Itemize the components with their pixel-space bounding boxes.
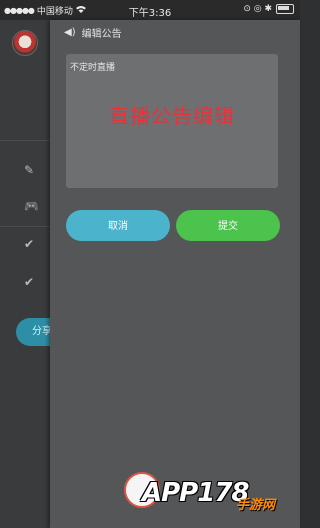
notice-text: 不定时直播 [70,63,116,73]
panel-header: ◀) 编辑公告 [50,20,300,44]
side-drawer: ✎ 🎮 ✔ ✔ 分享 [0,20,64,528]
edit-icon[interactable]: ✎ [24,160,52,180]
status-bar: ●●●●● 中国移动 下午3:36 ⊙ ◎ ✱ [0,0,300,20]
cancel-button[interactable]: 取消 [66,210,170,241]
notice-textarea[interactable]: 不定时直播 直播公告编辑 [66,54,278,188]
gamepad-icon[interactable]: 🎮 [24,196,52,216]
panel-title: 编辑公告 [81,28,122,40]
edit-notice-panel: ◀) 编辑公告 不定时直播 直播公告编辑 取消 提交 [50,20,300,528]
avatar[interactable] [12,30,38,56]
drawer-divider [0,140,52,141]
check-circle-icon[interactable]: ✔ [24,272,52,292]
speaker-icon: ◀) [64,26,76,38]
overlay-caption: 直播公告编辑 [109,104,235,128]
status-indicators: ⊙ ◎ ✱ [243,4,272,14]
app178-watermark: APP178 手游网 [124,470,300,528]
drawer-divider [0,226,52,227]
submit-button[interactable]: 提交 [176,210,280,241]
watermark-suffix: 手游网 [236,498,276,513]
battery-icon [276,4,294,14]
watermark-brand: APP178 [142,478,250,508]
check-circle-icon[interactable]: ✔ [24,234,52,254]
status-right: ⊙ ◎ ✱ [243,4,294,14]
